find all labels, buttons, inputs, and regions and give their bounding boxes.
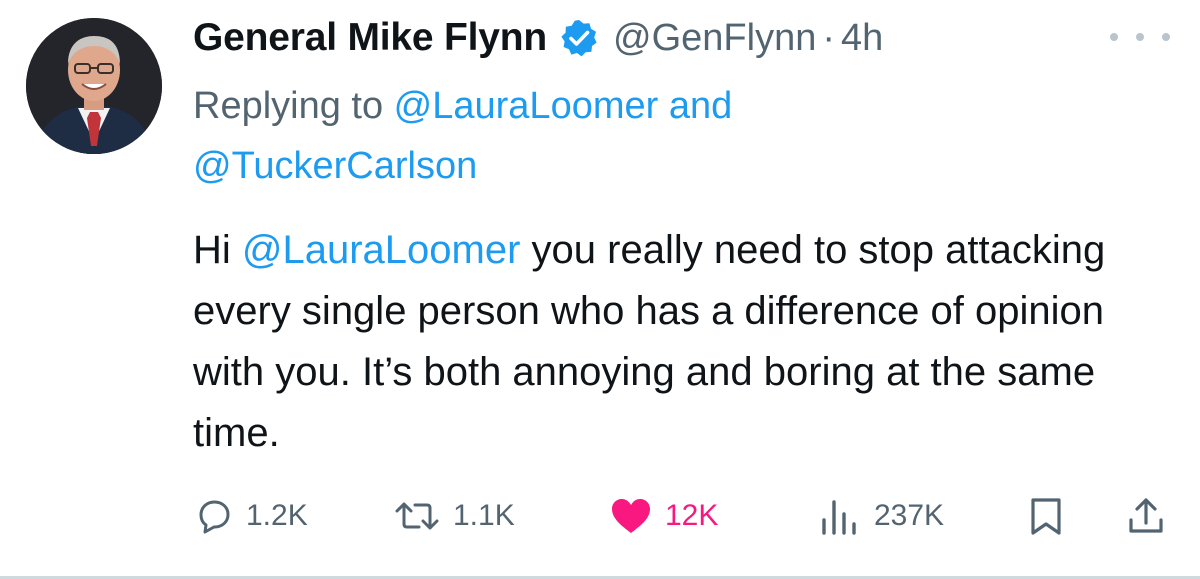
reply-count: 1.2K bbox=[246, 499, 308, 532]
reply-connector[interactable]: and bbox=[658, 85, 732, 127]
tweet[interactable]: General Mike Flynn @GenFlynn · 4h Replyi… bbox=[0, 0, 1200, 579]
verified-badge-icon[interactable] bbox=[559, 18, 599, 58]
reply-button[interactable]: 1.2K bbox=[194, 488, 308, 544]
like-icon bbox=[612, 499, 650, 533]
views-count: 237K bbox=[874, 499, 945, 532]
like-button[interactable]: 12K bbox=[609, 488, 718, 544]
tweet-text: Hi @LauraLoomer you really need to stop … bbox=[193, 220, 1153, 464]
tweet-greeting: Hi bbox=[193, 228, 242, 272]
mention-link[interactable]: @LauraLoomer bbox=[242, 228, 521, 272]
share-button[interactable] bbox=[1126, 488, 1166, 544]
author-handle[interactable]: @GenFlynn bbox=[613, 17, 816, 60]
like-count: 12K bbox=[665, 499, 719, 532]
share-icon bbox=[1129, 498, 1163, 533]
bookmark-icon bbox=[1031, 498, 1061, 535]
views-button[interactable]: 237K bbox=[818, 488, 944, 544]
action-bar: 1.2K 1.1K 12K 237K bbox=[0, 488, 1200, 544]
tweet-header: General Mike Flynn @GenFlynn · 4h bbox=[193, 12, 883, 64]
replying-to-label: Replying to bbox=[193, 85, 394, 127]
bookmark-button[interactable] bbox=[1028, 488, 1064, 544]
more-options-icon[interactable] bbox=[1110, 22, 1170, 52]
views-icon bbox=[822, 500, 856, 535]
repost-count: 1.1K bbox=[453, 499, 515, 532]
display-name[interactable]: General Mike Flynn bbox=[193, 16, 547, 60]
reply-icon bbox=[199, 500, 230, 534]
mention-link[interactable]: @LauraLoomer bbox=[394, 85, 659, 127]
reply-context: Replying to @LauraLoomer and @TuckerCarl… bbox=[193, 76, 1093, 196]
avatar[interactable] bbox=[26, 18, 162, 154]
header-separator: · bbox=[822, 16, 835, 59]
repost-button[interactable]: 1.1K bbox=[393, 488, 515, 544]
repost-icon bbox=[395, 502, 439, 530]
mention-link[interactable]: @TuckerCarlson bbox=[193, 145, 477, 187]
avatar-image bbox=[26, 18, 162, 154]
timestamp[interactable]: 4h bbox=[841, 17, 883, 60]
